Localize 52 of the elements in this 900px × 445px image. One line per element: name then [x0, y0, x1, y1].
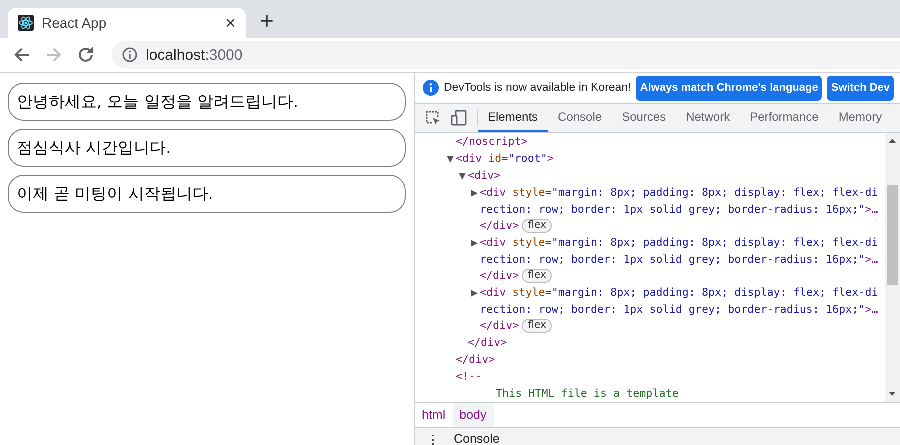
- collapsed-arrow-icon[interactable]: [471, 240, 478, 247]
- message-card: 이제 곧 미팅이 시작됩니다.: [8, 175, 406, 213]
- comment-tag: <!--: [456, 369, 879, 386]
- devtools-tab[interactable]: Elements: [478, 104, 548, 132]
- devtools-tab[interactable]: Memory: [828, 104, 892, 132]
- closing-tag: </div>: [480, 219, 520, 232]
- dom-node[interactable]: <div style="margin: 8px; padding: 8px; display: flex; flex-direction: row; border: 1px solid grey; border-radius: 16px;">…: [480, 235, 879, 268]
- dom-node[interactable]: <div style="margin: 8px; padding: 8px; display: flex; flex-direction: row; border: 1px solid grey; border-radius: 16px;">…: [480, 285, 879, 318]
- drawer-tab[interactable]: Console: [454, 432, 500, 445]
- tab-title: React App: [42, 15, 108, 31]
- drawer-menu-button[interactable]: ⋮: [427, 432, 440, 445]
- collapsed-arrow-icon[interactable]: [471, 190, 478, 197]
- flex-badge[interactable]: flex: [522, 269, 552, 283]
- expanded-arrow-icon[interactable]: [459, 173, 466, 180]
- closing-tag: </div>: [456, 353, 496, 366]
- info-icon: [122, 47, 138, 63]
- dom-node[interactable]: <div>: [468, 168, 879, 185]
- back-icon[interactable]: [13, 46, 31, 64]
- comment-text: This HTML file is a template: [496, 386, 680, 402]
- infobar-message: DevTools is now available in Korean!: [444, 82, 632, 94]
- devtools-tab[interactable]: Sources: [612, 104, 676, 132]
- closing-tag: </div>: [480, 269, 520, 282]
- browser-tab[interactable]: React App ×: [8, 8, 246, 38]
- dom-node[interactable]: <div style="margin: 8px; padding: 8px; display: flex; flex-direction: row; border: 1px solid grey; border-radius: 16px;">…: [480, 185, 879, 218]
- breadcrumb[interactable]: html: [415, 403, 453, 427]
- flex-badge[interactable]: flex: [522, 319, 552, 333]
- close-tab-button[interactable]: ×: [225, 14, 236, 32]
- reload-icon[interactable]: [77, 46, 95, 64]
- closing-tag: </div>: [480, 319, 520, 332]
- language-button[interactable]: Switch Dev: [827, 76, 894, 100]
- language-button[interactable]: Always match Chrome's language: [636, 76, 822, 100]
- url-text: localhost:3000: [146, 46, 243, 64]
- device-toolbar-icon[interactable]: [451, 110, 467, 126]
- new-tab-button[interactable]: +: [260, 8, 274, 36]
- info-icon: [423, 80, 439, 96]
- breadcrumb[interactable]: body: [452, 403, 494, 427]
- message-card: 점심식사 시간입니다.: [8, 129, 406, 167]
- scrollbar[interactable]: [885, 133, 900, 402]
- closing-tag: </div>: [468, 336, 508, 349]
- inspect-icon[interactable]: [425, 110, 441, 126]
- scrollbar-thumb[interactable]: [887, 185, 898, 285]
- devtools-tab[interactable]: Console: [548, 104, 612, 132]
- expanded-arrow-icon[interactable]: [447, 156, 454, 163]
- react-logo-icon: [18, 15, 34, 31]
- address-bar[interactable]: localhost:3000: [112, 41, 900, 69]
- devtools-tab[interactable]: Network: [676, 104, 740, 132]
- dom-node[interactable]: <div id="root">: [456, 151, 879, 168]
- flex-badge[interactable]: flex: [522, 219, 552, 233]
- dom-node[interactable]: </noscript>: [456, 134, 879, 151]
- devtools-tab[interactable]: Performance: [740, 104, 829, 132]
- message-card: 안녕하세요, 오늘 일정을 알려드립니다.: [8, 83, 406, 121]
- collapsed-arrow-icon[interactable]: [471, 290, 478, 297]
